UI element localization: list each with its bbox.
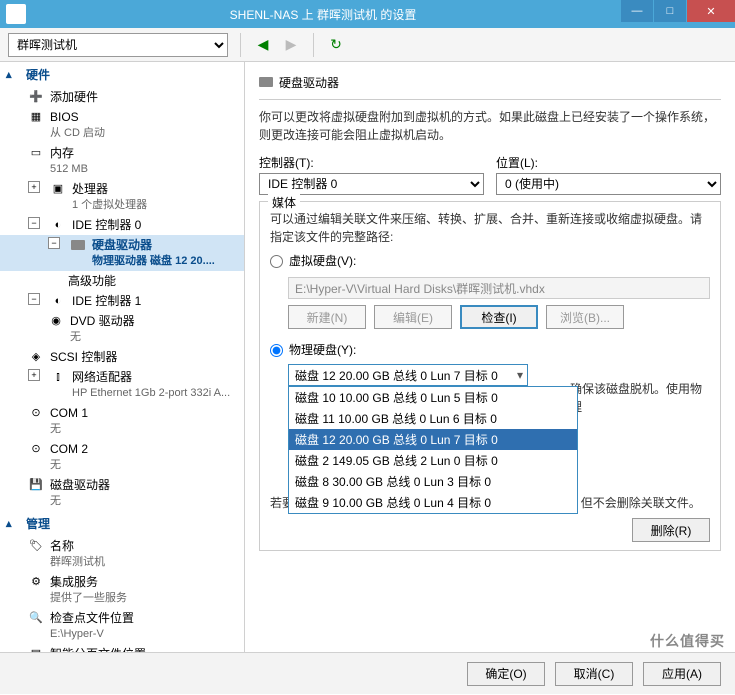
combo-option[interactable]: 磁盘 9 10.00 GB 总线 0 Lun 4 目标 0	[289, 492, 577, 513]
cpu-icon: ▣	[50, 181, 66, 197]
edit-button: 编辑(E)	[374, 305, 452, 329]
expand-icon[interactable]: +	[28, 181, 40, 193]
media-description: 可以通过编辑关联文件来压缩、转换、扩展、合并、重新连接或收缩虚拟硬盘。请指定该文…	[270, 210, 710, 246]
panel-description: 你可以更改将虚拟硬盘附加到虚拟机的方式。如果此磁盘上已经安装了一个操作系统，则更…	[259, 108, 721, 144]
combo-option[interactable]: 磁盘 11 10.00 GB 总线 0 Lun 6 目标 0	[289, 408, 577, 429]
port-icon: ⊙	[28, 441, 44, 457]
hardware-section[interactable]: ▴ 硬件	[0, 62, 244, 87]
tag-icon: 🏷	[28, 538, 44, 554]
scsi-item[interactable]: ◈ SCSI 控制器	[0, 347, 244, 367]
hdd-item[interactable]: − 硬盘驱动器物理驱动器 磁盘 12 20....	[0, 235, 244, 271]
watermark: 什么值得买	[650, 631, 725, 651]
combo-dropdown: 磁盘 10 10.00 GB 总线 0 Lun 5 目标 0 磁盘 11 10.…	[288, 386, 578, 514]
maximize-button[interactable]: □	[654, 0, 686, 22]
panel-title: 硬盘驱动器	[279, 74, 339, 91]
combo-option[interactable]: 磁盘 12 20.00 GB 总线 0 Lun 7 目标 0	[289, 429, 577, 450]
dvd-icon: ◉	[48, 313, 64, 329]
new-button: 新建(N)	[288, 305, 366, 329]
collapse-icon[interactable]: −	[28, 293, 40, 305]
combo-option[interactable]: 磁盘 8 30.00 GB 总线 0 Lun 3 目标 0	[289, 471, 577, 492]
combo-option[interactable]: 磁盘 10 10.00 GB 总线 0 Lun 5 目标 0	[289, 387, 577, 408]
app-icon: ⚙	[6, 4, 26, 24]
collapse-icon[interactable]: −	[28, 217, 40, 229]
media-fieldset: 媒体 可以通过编辑关联文件来压缩、转换、扩展、合并、重新连接或收缩虚拟硬盘。请指…	[259, 201, 721, 551]
advanced-item[interactable]: 高级功能	[0, 271, 244, 291]
controller-icon: ◐	[50, 217, 66, 233]
inspect-button[interactable]: 检查(I)	[460, 305, 538, 329]
detail-panel: 硬盘驱动器 你可以更改将虚拟硬盘附加到虚拟机的方式。如果此磁盘上已经安装了一个操…	[245, 62, 735, 652]
disk-icon	[259, 76, 273, 90]
apply-button[interactable]: 应用(A)	[643, 662, 721, 686]
name-item[interactable]: 🏷 名称群晖测试机	[0, 536, 244, 572]
physical-label: 物理硬盘(Y):	[289, 341, 356, 358]
ide1-item[interactable]: − ◐ IDE 控制器 1	[0, 291, 244, 311]
minimize-button[interactable]: —	[621, 0, 653, 22]
delete-button[interactable]: 删除(R)	[632, 518, 710, 542]
paging-item[interactable]: ▤ 智能分页文件位置E:\Hyper-V	[0, 644, 244, 652]
hardware-tree: ▴ 硬件 ➕ 添加硬件 ▦ BIOS从 CD 启动 ▭ 内存512 MB + ▣…	[0, 62, 245, 652]
port-icon: ⊙	[28, 405, 44, 421]
refresh-icon[interactable]: ↻	[326, 35, 346, 55]
vhd-label: 虚拟硬盘(V):	[289, 252, 356, 269]
cancel-button[interactable]: 取消(C)	[555, 662, 633, 686]
checkpoint-icon: 🔍	[28, 610, 44, 626]
controller-icon: ◐	[50, 293, 66, 309]
dialog-footer: 确定(O) 取消(C) 应用(A)	[0, 652, 735, 694]
titlebar: ⚙ SHENL-NAS 上 群晖测试机 的设置 — □ ✕	[0, 0, 735, 28]
physical-radio[interactable]	[270, 344, 283, 357]
physical-disk-combo[interactable]: 磁盘 12 20.00 GB 总线 0 Lun 7 目标 0 磁盘 10 10.…	[288, 364, 528, 386]
collapse-icon[interactable]: −	[48, 237, 60, 249]
add-icon: ➕	[28, 89, 44, 105]
scsi-icon: ◈	[28, 349, 44, 365]
location-select[interactable]: 0 (使用中)	[496, 173, 721, 195]
paging-icon: ▤	[28, 646, 44, 652]
cpu-item[interactable]: + ▣ 处理器1 个虚拟处理器	[0, 179, 244, 215]
vm-selector[interactable]: 群晖测试机	[8, 33, 228, 57]
ok-button[interactable]: 确定(O)	[467, 662, 545, 686]
location-label: 位置(L):	[496, 154, 721, 171]
chip-icon: ▦	[28, 109, 44, 125]
services-icon: ⚙	[28, 574, 44, 590]
expand-icon[interactable]: +	[28, 369, 40, 381]
vhd-path-input	[288, 277, 710, 299]
disk-icon	[70, 237, 86, 253]
add-hardware-item[interactable]: ➕ 添加硬件	[0, 87, 244, 107]
controller-label: 控制器(T):	[259, 154, 484, 171]
dvd-item[interactable]: ◉ DVD 驱动器无	[0, 311, 244, 347]
window-title: SHENL-NAS 上 群晖测试机 的设置	[26, 6, 620, 23]
nav-back-icon[interactable]: ◀	[253, 35, 273, 55]
bios-item[interactable]: ▦ BIOS从 CD 启动	[0, 107, 244, 143]
memory-item[interactable]: ▭ 内存512 MB	[0, 143, 244, 179]
chevron-up-icon: ▴	[6, 517, 20, 531]
integration-item[interactable]: ⚙ 集成服务提供了一些服务	[0, 572, 244, 608]
physical-note-a: 确保该磁盘脱机。使用物理	[570, 380, 710, 416]
vhd-radio[interactable]	[270, 255, 283, 268]
memory-icon: ▭	[28, 145, 44, 161]
com1-item[interactable]: ⊙ COM 1无	[0, 403, 244, 439]
chevron-up-icon: ▴	[6, 68, 20, 82]
management-section[interactable]: ▴ 管理	[0, 511, 244, 536]
combo-selected[interactable]: 磁盘 12 20.00 GB 总线 0 Lun 7 目标 0	[288, 364, 528, 386]
media-title: 媒体	[268, 194, 300, 211]
browse-button: 浏览(B)...	[546, 305, 624, 329]
checkpoint-item[interactable]: 🔍 检查点文件位置E:\Hyper-V	[0, 608, 244, 644]
floppy-item[interactable]: 💾 磁盘驱动器无	[0, 475, 244, 511]
ide0-item[interactable]: − ◐ IDE 控制器 0	[0, 215, 244, 235]
combo-option[interactable]: 磁盘 2 149.05 GB 总线 2 Lun 0 目标 0	[289, 450, 577, 471]
network-icon: ⫾	[50, 369, 66, 385]
com2-item[interactable]: ⊙ COM 2无	[0, 439, 244, 475]
floppy-icon: 💾	[28, 477, 44, 493]
toolbar: 群晖测试机 ◀ ▶ ↻	[0, 28, 735, 62]
nic-item[interactable]: + ⫾ 网络适配器HP Ethernet 1Gb 2-port 332i A..…	[0, 367, 244, 403]
nav-forward-icon: ▶	[281, 35, 301, 55]
controller-select[interactable]: IDE 控制器 0	[259, 173, 484, 195]
close-button[interactable]: ✕	[687, 0, 735, 22]
